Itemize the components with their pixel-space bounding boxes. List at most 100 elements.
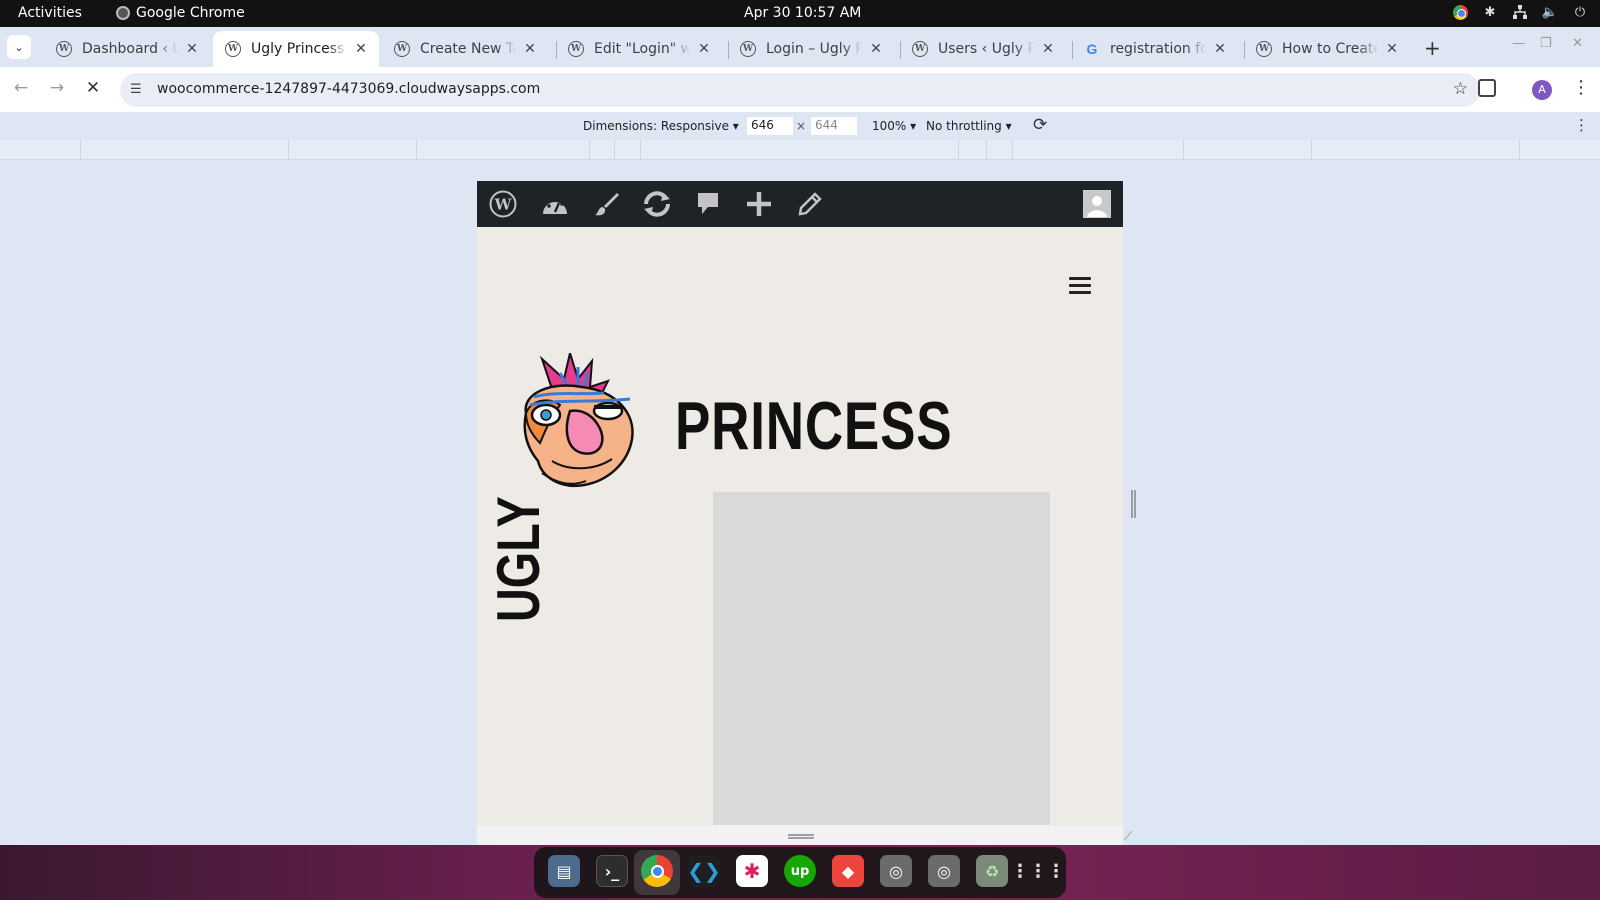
chrome-icon[interactable] <box>641 855 673 887</box>
tab-registration[interactable]: G registration form ✕ <box>1072 31 1238 67</box>
anydesk-icon[interactable]: ◆ <box>832 855 864 887</box>
customize-brush-icon[interactable] <box>591 181 623 227</box>
tab-how-to-create[interactable]: W How to Create ✕ <box>1244 31 1410 67</box>
tab-title: Dashboard ‹ Ugly Princess <box>82 41 178 57</box>
files-icon[interactable]: ▤ <box>548 855 580 887</box>
activities-button[interactable]: Activities <box>18 5 82 21</box>
close-icon[interactable]: ✕ <box>184 41 200 57</box>
close-icon[interactable]: ✕ <box>1384 41 1400 57</box>
site-title-princess: PRINCESS <box>675 388 953 464</box>
system-tray[interactable]: ✱ 🔈 ⏻ <box>1452 4 1588 20</box>
google-icon: G <box>1086 41 1098 57</box>
close-icon[interactable]: ✕ <box>1040 41 1056 57</box>
upwork-icon[interactable]: up <box>784 855 816 887</box>
close-window-icon[interactable]: ✕ <box>1572 36 1583 51</box>
tab-title: Users ‹ Ugly Princess <box>938 41 1034 57</box>
throttling-dropdown[interactable]: No throttling ▾ <box>926 119 1012 133</box>
wordpress-icon: W <box>912 41 928 57</box>
device-toolbar: Dimensions: Responsive ▾ 646 × 644 100% … <box>0 112 1600 140</box>
forward-icon[interactable]: → <box>46 78 68 98</box>
browser-toolbar: ← → ✕ ☰ woocommerce-1247897-4473069.clou… <box>0 67 1600 112</box>
disk-icon[interactable]: ◎ <box>928 855 960 887</box>
profile-avatar[interactable]: A <box>1532 80 1552 100</box>
minimize-icon[interactable]: — <box>1512 36 1525 51</box>
clock[interactable]: Apr 30 10:57 AM <box>744 5 861 21</box>
resize-width-handle[interactable] <box>1131 490 1136 518</box>
stop-loading-icon[interactable]: ✕ <box>82 78 104 98</box>
wordpress-icon: W <box>1256 41 1272 57</box>
chrome-app-icon <box>116 6 130 20</box>
close-icon[interactable]: ✕ <box>696 41 712 57</box>
tab-title: How to Create <box>1282 41 1378 57</box>
resize-corner-handle[interactable]: ⟋ <box>1124 829 1132 844</box>
close-icon[interactable]: ✕ <box>868 41 884 57</box>
close-icon[interactable]: ✕ <box>353 41 369 57</box>
app-grid-icon[interactable]: ⋮⋮⋮ <box>1011 855 1065 887</box>
chrome-tray-icon[interactable] <box>1452 4 1468 20</box>
tab-title: Login – Ugly Princess <box>766 41 862 57</box>
hero-image-placeholder <box>713 492 1050 825</box>
dimensions-label: Dimensions: Responsive <box>583 119 729 133</box>
site-title-ugly: UGLY <box>485 496 552 622</box>
address-bar[interactable]: ☰ woocommerce-1247897-4473069.cloudwaysa… <box>120 73 1480 107</box>
dashboard-icon[interactable] <box>539 181 571 227</box>
network-icon[interactable] <box>1512 4 1528 20</box>
wordpress-icon: W <box>56 41 72 57</box>
device-more-icon[interactable]: ⋮ <box>1574 116 1589 134</box>
wp-admin-bar: W <box>477 181 1123 227</box>
edit-page-pencil-icon[interactable] <box>795 181 825 227</box>
terminal-icon[interactable]: ›_ <box>596 855 628 887</box>
tab-search-button[interactable]: ⌄ <box>7 35 31 59</box>
back-icon[interactable]: ← <box>10 78 32 98</box>
rotate-icon[interactable]: ⟳ <box>1033 115 1047 135</box>
dock: ▤ ›_ ❮❯ ✱ up ◆ ◎ ◎ ♻ ⋮⋮⋮ <box>534 847 1066 898</box>
tab-login[interactable]: W Login – Ugly Princess ✕ <box>728 31 894 67</box>
close-icon[interactable]: ✕ <box>1212 41 1228 57</box>
slack-tray-icon[interactable]: ✱ <box>1482 4 1498 20</box>
bookmark-star-icon[interactable]: ☆ <box>1453 79 1468 99</box>
comments-icon[interactable] <box>693 181 723 227</box>
tab-edit-login[interactable]: W Edit "Login" with ✕ <box>556 31 722 67</box>
wordpress-logo-icon[interactable]: W <box>487 181 519 227</box>
extensions-icon[interactable] <box>1478 79 1496 97</box>
slack-icon[interactable]: ✱ <box>736 855 768 887</box>
site-viewport: W PRINCESS UGLY <box>477 181 1123 825</box>
vscode-icon[interactable]: ❮❯ <box>687 855 721 887</box>
dimensions-dropdown[interactable]: Dimensions: Responsive ▾ <box>583 119 739 133</box>
wordpress-icon: W <box>740 41 756 57</box>
restore-icon[interactable]: ❐ <box>1540 36 1552 51</box>
power-icon[interactable]: ⏻ <box>1572 4 1588 20</box>
tab-ugly-princess[interactable]: W Ugly Princess ✕ <box>213 31 379 67</box>
volume-icon[interactable]: 🔈 <box>1542 4 1558 20</box>
tab-title: Ugly Princess <box>251 41 345 57</box>
trash-icon[interactable]: ♻ <box>976 855 1008 887</box>
app-menu[interactable]: Google Chrome <box>116 5 245 21</box>
device-width-input[interactable]: 646 <box>747 117 793 135</box>
tab-title: Create New Tab <box>420 41 516 57</box>
user-avatar[interactable] <box>1083 190 1111 218</box>
media-query-ruler[interactable] <box>0 140 1600 160</box>
chrome-menu-icon[interactable]: ⋮ <box>1572 77 1590 98</box>
tab-strip: ⌄ W Dashboard ‹ Ugly Princess ✕ W Ugly P… <box>0 27 1600 67</box>
dimension-separator: × <box>796 119 807 133</box>
system-top-bar: Activities Google Chrome Apr 30 10:57 AM… <box>0 0 1600 27</box>
new-content-plus-icon[interactable] <box>743 181 775 227</box>
tab-users[interactable]: W Users ‹ Ugly Princess ✕ <box>900 31 1066 67</box>
updates-icon[interactable] <box>639 181 675 227</box>
close-icon[interactable]: ✕ <box>522 41 538 57</box>
wordpress-icon: W <box>225 41 241 57</box>
resize-height-handle[interactable] <box>788 834 814 839</box>
svg-text:W: W <box>494 196 513 214</box>
url-text[interactable]: woocommerce-1247897-4473069.cloudwaysapp… <box>157 81 540 97</box>
wordpress-icon: W <box>394 41 410 57</box>
tab-create-new[interactable]: W Create New Tab ✕ <box>382 31 548 67</box>
new-tab-button[interactable]: + <box>1424 36 1441 60</box>
disk-icon[interactable]: ◎ <box>880 855 912 887</box>
device-height-input[interactable]: 644 <box>811 117 857 135</box>
tab-title: Edit "Login" with <box>594 41 690 57</box>
tab-dashboard[interactable]: W Dashboard ‹ Ugly Princess ✕ <box>44 31 210 67</box>
site-info-icon[interactable]: ☰ <box>130 82 142 97</box>
hamburger-menu-icon[interactable] <box>1069 277 1091 295</box>
zoom-label: 100% <box>872 119 907 133</box>
zoom-dropdown[interactable]: 100% ▾ <box>872 119 916 133</box>
